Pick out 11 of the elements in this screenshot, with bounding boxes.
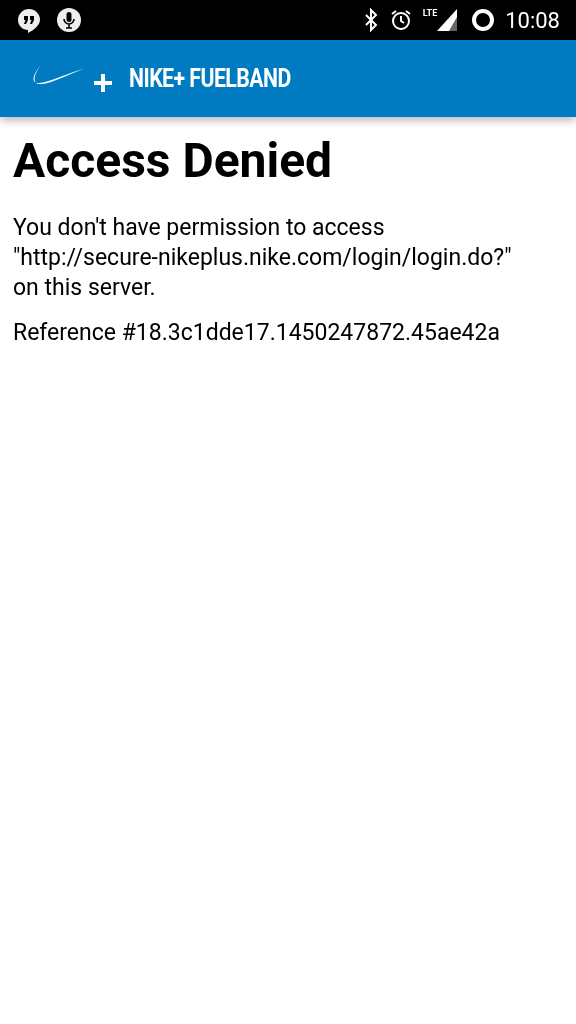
microphone-icon	[56, 7, 82, 33]
error-message: You don't have permission to access "http://secure-nikeplus.nike.com/login/login.do?" on this server.	[13, 213, 513, 303]
battery-ring-icon	[471, 8, 496, 32]
clock-time: 10:08	[505, 6, 560, 35]
reference-text: Reference #18.3c1dde17.1450247872.45ae42a	[13, 318, 501, 348]
chat-bubble-icon	[16, 7, 42, 33]
bluetooth-icon	[362, 8, 379, 32]
network-type-label: LTE	[422, 9, 438, 18]
signal-icon	[437, 9, 458, 31]
page-heading: Access Denied	[13, 131, 334, 191]
app-title: NIKE+ FUELBAND	[129, 62, 291, 95]
